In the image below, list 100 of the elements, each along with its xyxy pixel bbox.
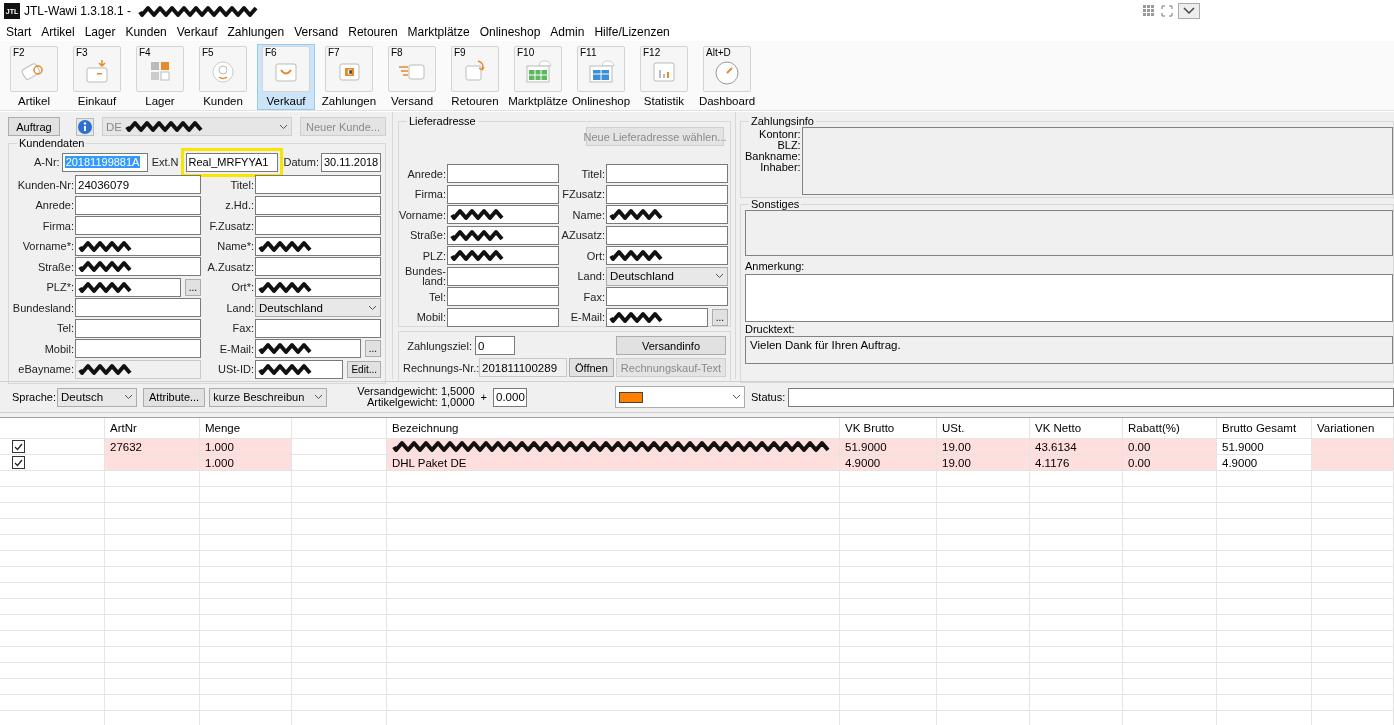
description-dropdown[interactable]: kurze Beschreibun: [209, 387, 328, 407]
input-field[interactable]: 201811100289: [479, 358, 567, 377]
input-field[interactable]: [606, 205, 728, 224]
input-field[interactable]: [447, 184, 559, 204]
input-field[interactable]: [606, 307, 708, 327]
input-field[interactable]: [606, 164, 728, 183]
menu-item[interactable]: Onlineshop: [474, 24, 546, 39]
toolbar-label: Onlineshop: [571, 95, 631, 107]
input-field[interactable]: [447, 205, 559, 224]
shortcut-label: F7: [327, 47, 340, 58]
column-header[interactable]: VK Netto: [1030, 418, 1123, 439]
input-field[interactable]: [75, 257, 201, 276]
field-label: A-Nr:: [32, 157, 61, 167]
input-field[interactable]: [447, 287, 559, 306]
input-field[interactable]: [75, 298, 201, 317]
menu-item[interactable]: Verkauf: [171, 24, 223, 39]
more-button[interactable]: Edit...: [347, 360, 381, 378]
menu-item[interactable]: Versand: [289, 24, 344, 39]
input-field[interactable]: [255, 318, 381, 338]
input-field[interactable]: [255, 359, 344, 379]
input-field[interactable]: [75, 318, 201, 338]
field-label: Land:: [226, 302, 255, 313]
menu-item[interactable]: Start: [1, 24, 37, 39]
order-button[interactable]: Auftrag: [8, 117, 60, 136]
input-field[interactable]: [447, 225, 559, 245]
table-cell: 1.000: [200, 455, 292, 471]
menu-item[interactable]: Lager: [79, 24, 121, 39]
color-dropdown[interactable]: [615, 386, 746, 408]
toolbar-label: Artikel: [18, 95, 50, 107]
print-text-field[interactable]: Vielen Dank für Ihren Auftrag.: [745, 336, 1393, 364]
input-field[interactable]: [447, 246, 559, 265]
input-field[interactable]: [255, 257, 381, 276]
input-field[interactable]: [606, 246, 728, 265]
input-field[interactable]: [75, 359, 201, 379]
more-button[interactable]: ...: [184, 278, 201, 296]
input-field[interactable]: 24036079: [75, 175, 201, 194]
field-label: Firma:: [414, 189, 447, 199]
open-button[interactable]: Öffnen: [569, 358, 614, 377]
input-field[interactable]: [255, 339, 361, 358]
input-field[interactable]: [255, 236, 381, 256]
column-header[interactable]: VK Brutto: [840, 418, 937, 439]
menu-item[interactable]: Artikel: [36, 24, 80, 39]
input-field[interactable]: [447, 164, 559, 183]
info-icon[interactable]: [76, 117, 94, 136]
input-field[interactable]: [447, 266, 559, 286]
input-field[interactable]: [75, 216, 201, 235]
note-field[interactable]: [745, 274, 1393, 322]
shortcut-label: F2: [12, 47, 25, 58]
table-cell: 4.9000: [1217, 455, 1312, 471]
input-field[interactable]: [75, 236, 201, 256]
menu-item[interactable]: Kunden: [120, 24, 172, 39]
input-field[interactable]: [255, 216, 381, 235]
checkbox[interactable]: [12, 440, 25, 453]
input-field[interactable]: [606, 184, 728, 204]
more-button[interactable]: ...: [711, 308, 728, 326]
field-label: Fax:: [583, 291, 606, 302]
field-label: Ort:: [586, 250, 606, 261]
checkbox[interactable]: [12, 456, 25, 469]
shortcut-label: F4: [138, 47, 151, 58]
attributes-button[interactable]: Attribute...: [143, 387, 206, 407]
menu-item[interactable]: Hilfe/Lizenzen: [589, 24, 675, 39]
status-field[interactable]: [788, 387, 1394, 407]
toolbar-button[interactable]: F6 Verkauf: [257, 44, 315, 110]
shipping-info-button[interactable]: Versandinfo: [616, 336, 726, 355]
input-field[interactable]: [447, 307, 559, 327]
column-header[interactable]: Bezeichnung: [387, 418, 840, 439]
language-dropdown[interactable]: Deutsch: [57, 387, 138, 407]
dropdown[interactable]: Deutschland: [255, 298, 381, 317]
grid-icon[interactable]: [1142, 4, 1156, 18]
table-cell: 19.00: [937, 439, 1030, 455]
more-button[interactable]: ...: [364, 340, 381, 357]
column-header[interactable]: USt.: [937, 418, 1030, 439]
input-field[interactable]: [255, 195, 381, 215]
input-field[interactable]: [606, 287, 728, 306]
input-field[interactable]: [75, 277, 181, 297]
input-field[interactable]: [255, 175, 381, 194]
toolbar-label: Lager: [145, 95, 175, 107]
input-field[interactable]: Real_MRFYYA1: [185, 152, 278, 172]
column-header[interactable]: ArtNr: [105, 418, 200, 439]
input-field[interactable]: [606, 225, 728, 245]
menu-item[interactable]: Admin: [545, 24, 590, 39]
column-header[interactable]: Brutto Gesamt: [1217, 418, 1312, 439]
menu-item[interactable]: Zahlungen: [222, 24, 290, 39]
dropdown[interactable]: Deutschland: [606, 266, 728, 286]
field-label: Vorname*:: [22, 241, 75, 251]
input-field[interactable]: [255, 277, 381, 297]
input-field[interactable]: [75, 339, 201, 358]
chevron-down-icon: [279, 123, 288, 130]
input-field[interactable]: [75, 195, 201, 215]
menu-item[interactable]: Marktplätze: [402, 24, 475, 39]
column-header[interactable]: Menge: [200, 418, 292, 439]
input-field[interactable]: 0: [475, 336, 515, 355]
input-field[interactable]: 0.000: [493, 387, 528, 407]
column-header[interactable]: Rabatt(%): [1123, 418, 1217, 439]
menu-item[interactable]: Retouren: [343, 24, 403, 39]
chevron-down-icon[interactable]: [1178, 3, 1200, 19]
input-field[interactable]: 30.11.2018: [321, 152, 381, 172]
field-label: Straße:: [37, 261, 75, 272]
column-header[interactable]: Variationen: [1312, 418, 1394, 439]
table-cell: 0.00: [1123, 455, 1217, 471]
